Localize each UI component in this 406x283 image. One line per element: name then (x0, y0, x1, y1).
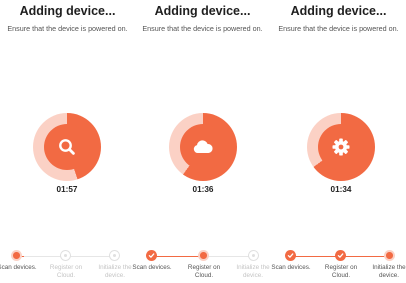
step-indicator-register (60, 250, 71, 261)
step-indicator-initialize (248, 250, 259, 261)
countdown-timer: 01:57 (56, 185, 78, 194)
progress-ring (33, 113, 101, 181)
step-progress: Scan devices. Register on Cloud. Initial… (0, 250, 135, 283)
progress-ring (307, 113, 375, 181)
page-title: Adding device... (154, 4, 251, 18)
page-title: Adding device... (290, 4, 387, 18)
step-connector (203, 255, 251, 257)
instruction-text: Ensure that the device is powered on. (7, 24, 128, 33)
step-indicator-scan (285, 250, 296, 261)
adding-device-screen-register: Adding device... Ensure that the device … (132, 0, 270, 283)
instruction-text: Ensure that the device is powered on. (142, 24, 263, 33)
check-icon (287, 253, 294, 258)
step-pip (13, 252, 20, 259)
step-label-scan: Scan devices. (271, 264, 311, 271)
step-indicator-initialize (109, 250, 120, 261)
step-label-scan: Scan devices. (0, 264, 37, 271)
cloud-icon (193, 140, 213, 153)
check-icon (337, 253, 344, 258)
countdown-timer: 01:36 (192, 185, 214, 194)
step-progress: Scan devices. Register on Cloud. Initial… (132, 250, 270, 283)
step-indicator-scan (146, 250, 157, 261)
step-pip (112, 253, 117, 258)
icon-circle (180, 124, 226, 170)
icon-circle (318, 124, 364, 170)
step-pip (386, 252, 393, 259)
search-icon (59, 139, 75, 155)
step-indicator-register (198, 250, 209, 261)
step-label-register: Register on Cloud. (49, 264, 83, 279)
step-indicator-register (335, 250, 346, 261)
step-pip (200, 252, 207, 259)
step-label-scan: Scan devices. (132, 264, 172, 271)
adding-device-screen-initialize: Adding device... Ensure that the device … (271, 0, 406, 283)
step-pip (251, 253, 256, 258)
step-progress: Scan devices. Register on Cloud. Initial… (271, 250, 406, 283)
step-label-register: Register on Cloud. (324, 264, 358, 279)
gear-icon (332, 138, 350, 156)
instruction-text: Ensure that the device is powered on. (278, 24, 399, 33)
progress-ring (169, 113, 237, 181)
countdown-timer: 01:34 (330, 185, 352, 194)
step-connector (151, 255, 203, 257)
step-indicator-scan (11, 250, 22, 261)
step-pip (63, 253, 68, 258)
step-label-register: Register on Cloud. (187, 264, 221, 279)
icon-circle (44, 124, 90, 170)
adding-device-screen-scan: Adding device... Ensure that the device … (0, 0, 135, 283)
page-title: Adding device... (19, 4, 116, 18)
step-label-initialize: Initialize the device. (372, 264, 406, 279)
step-indicator-initialize (384, 250, 395, 261)
check-icon (148, 253, 155, 258)
